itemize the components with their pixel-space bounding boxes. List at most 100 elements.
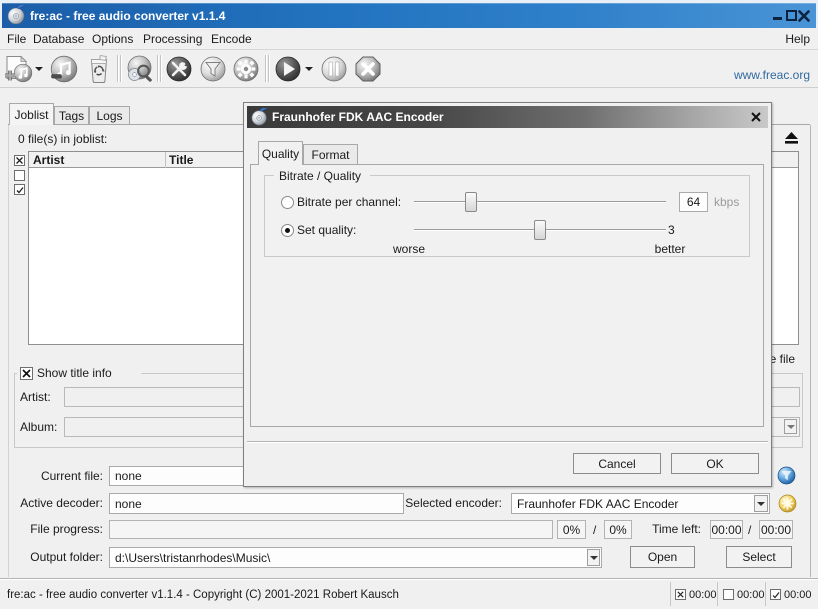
bitrate-radio[interactable] (281, 196, 294, 209)
toolbar (0, 49, 818, 88)
output-folder-label: Output folder: (30, 548, 103, 566)
select-all-checkbox[interactable] (14, 155, 25, 166)
bitrate-unit-label: kbps (714, 193, 739, 211)
client-edge-left (8, 125, 9, 577)
client-edge-right (810, 125, 811, 577)
window-title: fre:ac - free audio converter v1.1.4 (30, 3, 225, 28)
time-x-box-icon (675, 589, 686, 600)
time-left-value: 00:00 (710, 520, 743, 539)
dialog-tab-format[interactable]: Format (303, 144, 358, 164)
quality-value-label: 3 (668, 221, 692, 239)
percent-separator: / (593, 520, 596, 539)
dialog-tab-quality[interactable]: Quality (258, 141, 303, 165)
tab-logs[interactable]: Logs (89, 106, 130, 124)
bitrate-radio-label[interactable]: Bitrate per channel: (297, 193, 401, 211)
selected-encoder-combobox[interactable]: Fraunhofer FDK AAC Encoder (511, 493, 770, 514)
general-settings-icon[interactable] (165, 55, 193, 83)
column-header-artist[interactable]: Artist (33, 152, 64, 167)
menu-file[interactable]: File (7, 28, 26, 49)
menu-processing[interactable]: Processing (143, 28, 202, 49)
menu-database[interactable]: Database (33, 28, 84, 49)
statusbar-time-1: 00:00 (689, 586, 717, 604)
quality-radio[interactable] (281, 224, 294, 237)
open-folder-button[interactable]: Open (630, 546, 695, 568)
select-folder-button[interactable]: Select (726, 546, 792, 568)
quality-slider-thumb[interactable] (534, 220, 546, 240)
file-progress-label: File progress: (30, 520, 103, 538)
bitrate-quality-group-label: Bitrate / Quality (279, 168, 361, 183)
better-label: better (645, 242, 695, 258)
toolbar-separator (120, 55, 122, 82)
genre-dropdown-icon (784, 419, 797, 434)
bitrate-slider[interactable] (414, 201, 666, 203)
select-none-checkbox[interactable] (14, 170, 25, 181)
statusbar-divider-highlight (0, 579, 818, 580)
toggle-selection-checkbox[interactable] (14, 184, 25, 195)
quality-radio-label[interactable]: Set quality: (297, 221, 356, 239)
add-files-dropdown-icon[interactable] (35, 67, 43, 71)
output-folder-dropdown-icon[interactable] (587, 549, 600, 566)
active-decoder-label: Active decoder: (20, 494, 103, 512)
bitrate-slider-thumb[interactable] (465, 192, 477, 212)
menu-help[interactable]: Help (785, 28, 810, 49)
tab-tags[interactable]: Tags (54, 106, 89, 124)
statusbar-separator (717, 582, 718, 606)
dialog-close-icon[interactable] (747, 108, 764, 125)
time-left-label: Time left: (652, 520, 701, 538)
processing-settings-icon[interactable] (777, 466, 796, 485)
configure-encoder-icon[interactable] (778, 494, 797, 513)
toolbar-separator (117, 55, 119, 82)
column-separator[interactable] (165, 152, 166, 168)
cancel-button[interactable]: Cancel (573, 453, 661, 474)
close-button[interactable] (797, 3, 810, 28)
album-field-label: Album: (20, 418, 57, 436)
selected-encoder-dropdown-icon[interactable] (754, 495, 768, 512)
time-check-box-icon (770, 589, 781, 600)
time-total-value: 00:00 (759, 520, 793, 539)
toolbar-separator (268, 55, 270, 82)
remove-file-icon[interactable] (49, 55, 79, 83)
joblist-count-label: 0 file(s) in joblist: (18, 130, 107, 148)
worse-label: worse (384, 242, 434, 258)
add-files-icon[interactable] (3, 55, 33, 83)
encoder-settings-icon[interactable] (232, 55, 260, 83)
menu-options[interactable]: Options (92, 28, 133, 49)
ok-button[interactable]: OK (671, 453, 759, 474)
single-file-checkbox-label[interactable]: e file (770, 350, 795, 368)
freac-window: fre:ac - free audio converter v1.1.4 Fil… (0, 0, 818, 609)
selected-encoder-label: Selected encoder: (405, 494, 502, 512)
statusbar-separator (670, 582, 671, 606)
website-link[interactable]: www.freac.org (734, 66, 810, 84)
dialog-button-divider-highlight (247, 442, 768, 443)
artist-field-label: Artist: (20, 388, 51, 406)
statusbar-text: fre:ac - free audio converter v1.1.4 - C… (7, 586, 399, 604)
dialog-title: Fraunhofer FDK AAC Encoder (272, 106, 444, 128)
signal-processing-icon[interactable] (199, 55, 227, 83)
dialog-freac-icon (251, 108, 269, 126)
time-empty-box-icon (723, 589, 734, 600)
clear-joblist-icon[interactable] (88, 55, 110, 83)
toolbar-separator (160, 55, 162, 82)
active-decoder-field: none (109, 493, 404, 514)
total-progress-percent: 0% (604, 520, 632, 539)
eject-disc-icon[interactable] (780, 128, 802, 146)
menu-encode[interactable]: Encode (211, 28, 252, 49)
start-encoding-dropdown-icon[interactable] (305, 67, 313, 71)
pause-encoding-icon[interactable] (320, 55, 348, 83)
output-folder-combobox[interactable]: d:\Users\tristanrhodes\Music\ (109, 547, 602, 568)
stop-encoding-icon[interactable] (354, 55, 382, 83)
freac-logo-icon (7, 5, 27, 25)
file-progress-bar (109, 520, 553, 539)
time-separator: / (748, 520, 751, 539)
query-cddb-icon[interactable] (126, 55, 154, 83)
show-title-info-checkbox[interactable] (20, 367, 33, 380)
start-encoding-icon[interactable] (274, 55, 302, 83)
show-title-info-label[interactable]: Show title info (37, 365, 112, 381)
bitrate-value-field[interactable]: 64 (679, 192, 708, 212)
tab-joblist[interactable]: Joblist (9, 103, 54, 125)
statusbar-time-3: 00:00 (784, 586, 812, 604)
file-progress-percent: 0% (557, 520, 586, 539)
toolbar-separator (265, 55, 267, 82)
column-header-title[interactable]: Title (169, 152, 193, 167)
minimize-button[interactable] (772, 3, 785, 28)
